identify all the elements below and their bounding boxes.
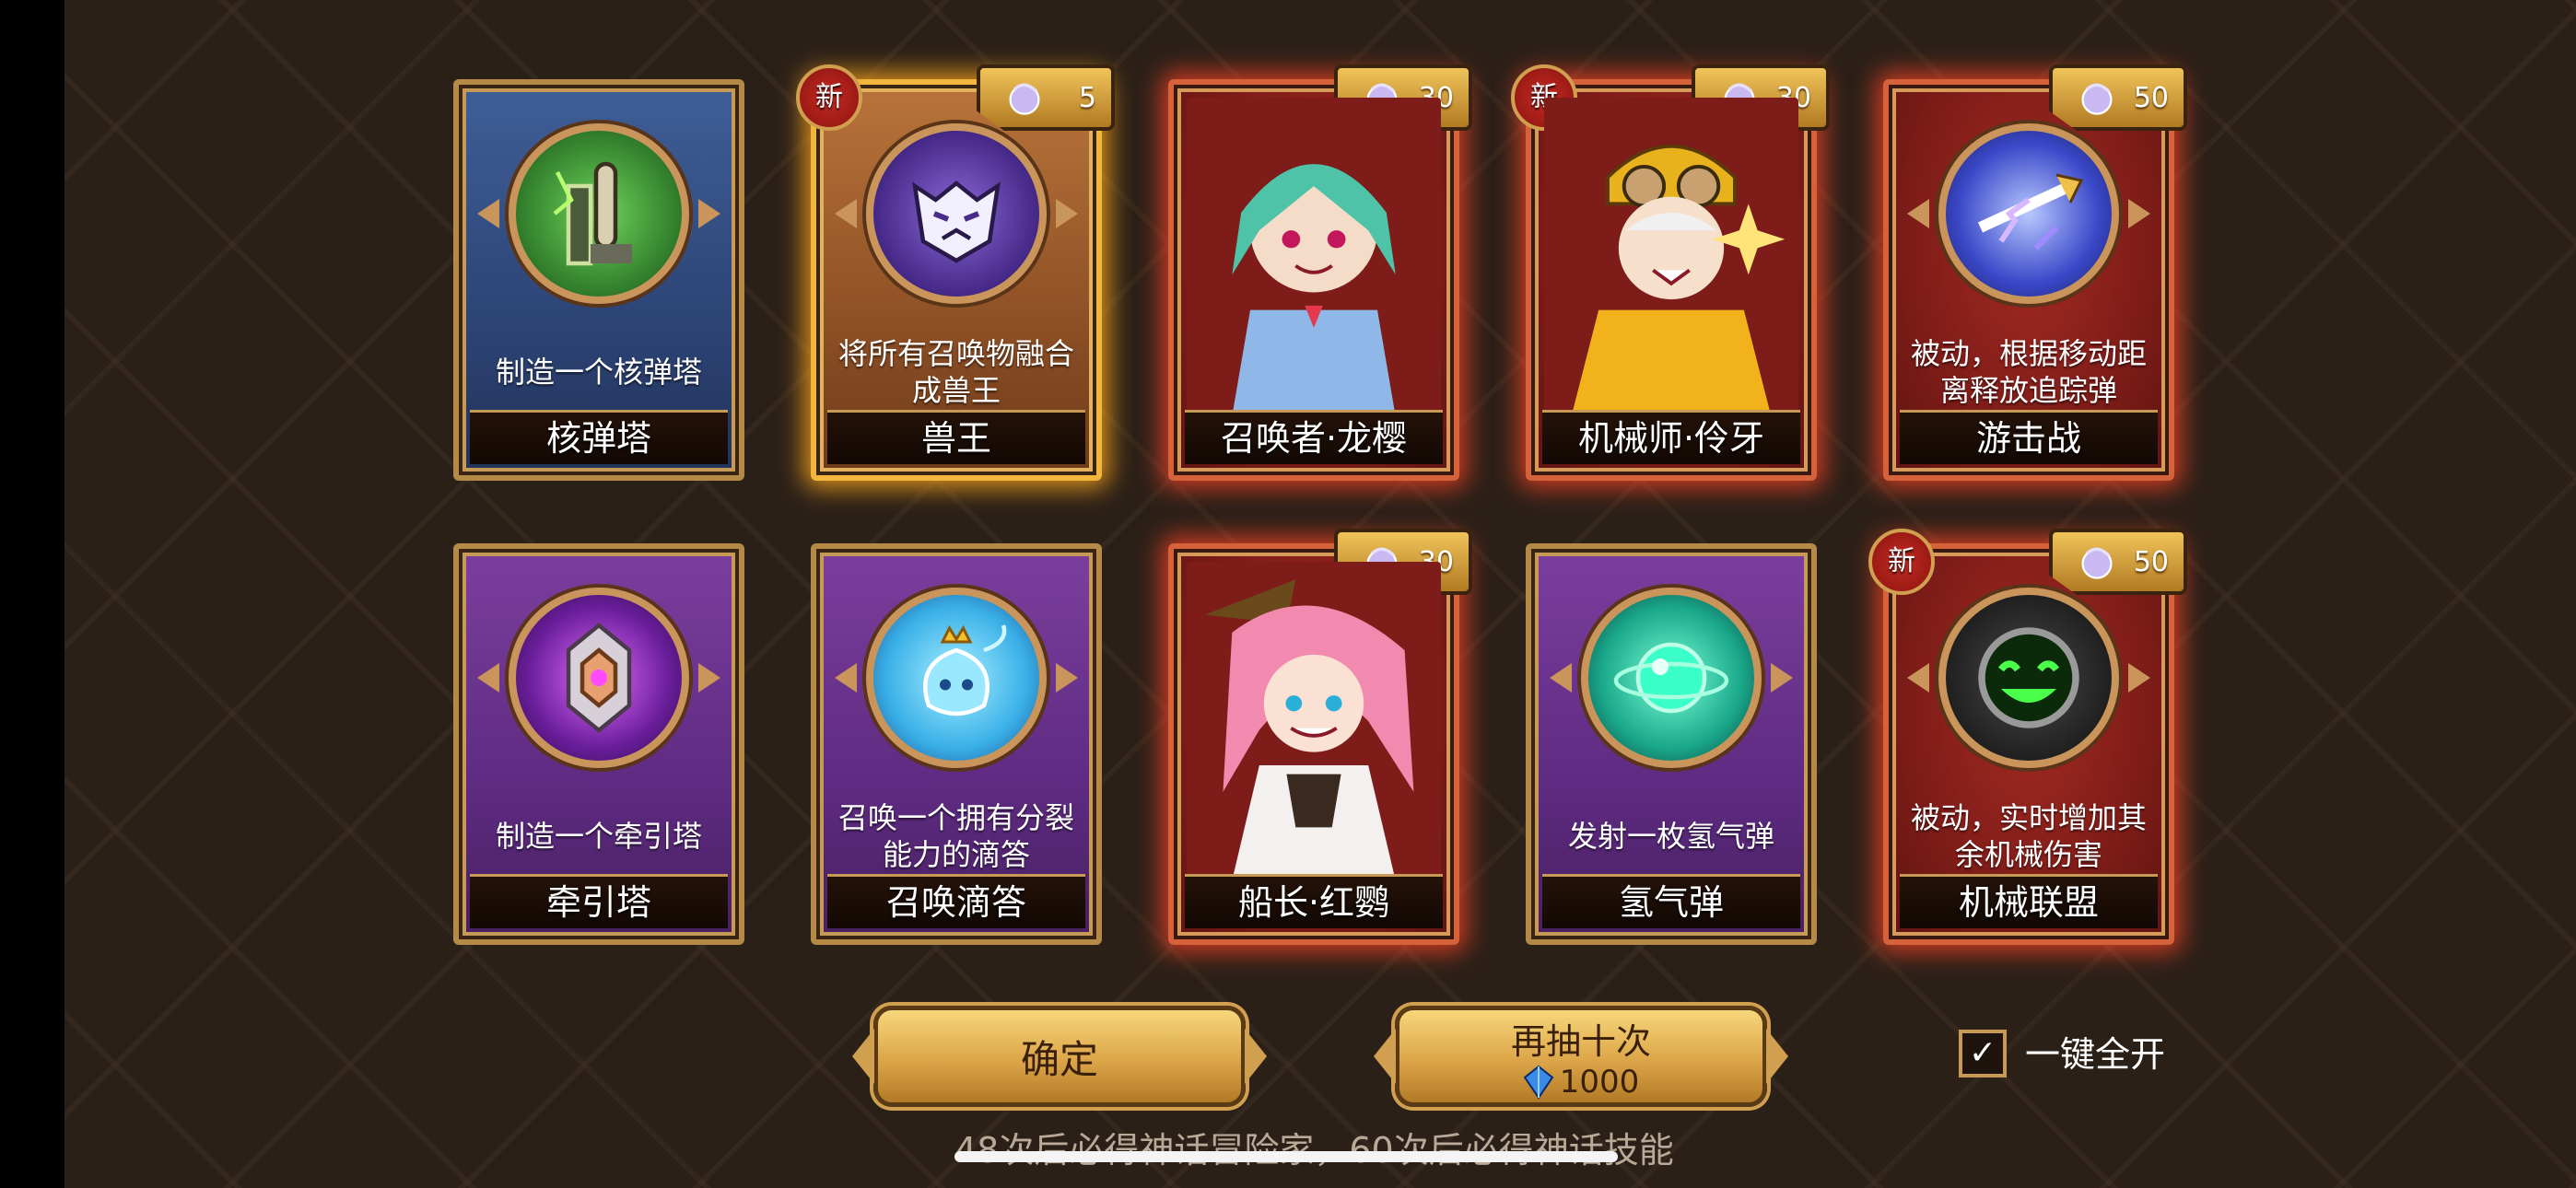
- card-name: 游击战: [1900, 410, 2158, 464]
- redraw-button-label: 再抽十次: [1510, 1020, 1651, 1062]
- card-name: 召唤滴答: [827, 874, 1085, 928]
- home-indicator[interactable]: [954, 1151, 1618, 1162]
- card-description: 发射一枚氢气弹: [1567, 819, 1774, 854]
- card-traction-tower[interactable]: 制造一个牵引塔 牵引塔: [453, 543, 744, 945]
- left-black-bar: [0, 0, 64, 1188]
- confirm-button-label: 确定: [1020, 1036, 1098, 1082]
- card-name: 兽王: [827, 410, 1085, 464]
- card-name: 船长·红鹦: [1185, 874, 1443, 928]
- cost-value: 5: [1078, 81, 1096, 114]
- pity-note: 48次后必得神话冒险家，60次后必得神话技能: [954, 1130, 1674, 1171]
- card-name: 机械联盟: [1900, 874, 2158, 928]
- card-name: 机械师·伶牙: [1542, 410, 1800, 464]
- cost-badge: 50: [2049, 64, 2187, 131]
- card-description: 被动，实时增加其余机械伤害: [1910, 800, 2147, 872]
- card-description: 将所有召唤物融合成兽王: [837, 336, 1074, 408]
- confirm-button[interactable]: 确定: [852, 1006, 1267, 1107]
- card-beast-king[interactable]: 新 5 将所有召唤物融合成兽王 兽王: [796, 64, 1115, 481]
- cost-value: 50: [2133, 81, 2169, 114]
- card-name: 核弹塔: [470, 410, 728, 464]
- card-captain-hongying[interactable]: 30 船长·红鹦: [1168, 529, 1472, 945]
- card-summon-ticktock[interactable]: 召唤一个拥有分裂能力的滴答 召唤滴答: [811, 543, 1102, 945]
- new-badge: 新: [1868, 529, 1935, 595]
- traction-tower-icon: [509, 588, 689, 768]
- card-mech-alliance[interactable]: 新 50 被动，实时增加其余机械伤害 机械联盟: [1868, 529, 2187, 945]
- card-guerrilla[interactable]: 50 被动，根据移动距离释放追踪弹 游击战: [1883, 64, 2187, 481]
- redraw-cost: 1000: [1559, 1063, 1640, 1101]
- mechanic-portrait: [1544, 98, 1798, 416]
- card-description: 制造一个核弹塔: [495, 355, 702, 390]
- card-mechanic-lingya[interactable]: 新 30 机械师·伶牙: [1511, 64, 1830, 481]
- new-badge: 新: [796, 64, 862, 131]
- card-summoner-longying[interactable]: 30 召唤者·龙樱: [1168, 64, 1472, 481]
- captain-portrait: [1187, 562, 1441, 880]
- card-nuke-tower[interactable]: 制造一个核弹塔 核弹塔: [453, 79, 744, 481]
- card-description: 召唤一个拥有分裂能力的滴答: [837, 800, 1074, 872]
- crystal-icon: [1523, 1065, 1554, 1100]
- card-name: 牵引塔: [470, 874, 728, 928]
- auto-open-checkbox[interactable]: ✓: [1959, 1030, 2007, 1077]
- card-name: 氢气弹: [1542, 874, 1800, 928]
- auto-open-label[interactable]: 一键全开: [2025, 1031, 2165, 1077]
- card-hydrogen-bomb[interactable]: 发射一枚氢气弹 氢气弹: [1526, 543, 1817, 945]
- cost-badge: 5: [977, 64, 1115, 131]
- card-name: 召唤者·龙樱: [1185, 410, 1443, 464]
- mech-alliance-icon: [1938, 588, 2119, 768]
- cost-value: 50: [2133, 545, 2169, 578]
- ticktock-icon: [866, 588, 1047, 768]
- hydrogen-bomb-icon: [1581, 588, 1762, 768]
- guerrilla-icon: [1938, 123, 2119, 304]
- redraw-ten-button[interactable]: 再抽十次 1000: [1374, 1006, 1788, 1107]
- soul-gem-icon: [1009, 83, 1040, 115]
- card-description: 被动，根据移动距离释放追踪弹: [1910, 336, 2147, 408]
- soul-gem-icon: [2081, 83, 2113, 115]
- nuke-tower-icon: [509, 123, 689, 304]
- soul-gem-icon: [2081, 547, 2113, 579]
- summoner-portrait: [1187, 98, 1441, 416]
- beast-king-icon: [866, 123, 1047, 304]
- card-description: 制造一个牵引塔: [495, 819, 702, 854]
- cost-badge: 50: [2049, 529, 2187, 595]
